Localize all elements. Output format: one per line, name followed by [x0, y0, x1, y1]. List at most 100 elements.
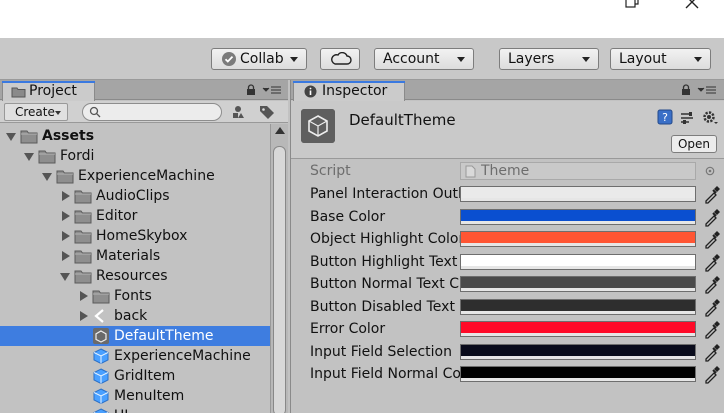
tree-item-label: back	[114, 308, 148, 324]
collapsed-arrow-icon[interactable]	[80, 291, 88, 301]
account-dropdown[interactable]: Account	[374, 48, 474, 70]
gear-icon[interactable]	[701, 109, 719, 127]
tree-item[interactable]: HomeSkybox	[0, 226, 270, 246]
checkmark-icon	[222, 52, 236, 66]
help-icon[interactable]: ?	[657, 109, 673, 125]
tree-item-label: MenuItem	[114, 388, 185, 404]
expanded-arrow-icon[interactable]	[24, 153, 34, 161]
expanded-arrow-icon[interactable]	[60, 273, 70, 281]
color-field[interactable]	[460, 231, 696, 247]
scrollbar-thumb[interactable]	[273, 146, 286, 413]
color-field[interactable]	[460, 366, 696, 382]
filter-by-label-icon[interactable]	[258, 104, 276, 120]
prefab-icon	[93, 348, 109, 364]
tree-item-label: GridItem	[114, 368, 176, 384]
tree-item-label: Materials	[96, 248, 161, 264]
collab-dropdown[interactable]: Collab	[211, 48, 307, 70]
eyedropper-icon[interactable]	[703, 364, 721, 384]
folder-icon	[74, 270, 92, 284]
tree-item[interactable]: UI	[0, 406, 270, 413]
color-field[interactable]	[460, 276, 696, 292]
tree-item[interactable]: MenuItem	[0, 386, 270, 406]
color-field[interactable]	[460, 186, 696, 202]
chevron-down-icon	[582, 57, 590, 62]
color-field[interactable]	[460, 298, 696, 315]
tree-item[interactable]: Assets	[0, 126, 270, 146]
color-property-row: Panel Interaction Outl	[291, 183, 724, 205]
tree-item[interactable]: GridItem	[0, 366, 270, 386]
eyedropper-icon[interactable]	[703, 207, 721, 227]
inspector-panel: Inspector DefaultTheme ? Open Script The…	[290, 80, 724, 413]
color-field[interactable]	[460, 321, 696, 337]
lock-icon[interactable]	[681, 84, 691, 96]
expanded-arrow-icon[interactable]	[42, 173, 52, 181]
color-field[interactable]	[460, 208, 696, 225]
tree-item[interactable]: back	[0, 306, 270, 326]
eyedropper-icon[interactable]	[703, 184, 721, 204]
collapsed-arrow-icon[interactable]	[80, 311, 88, 321]
tree-item[interactable]: ExperienceMachine	[0, 166, 270, 186]
tree-item[interactable]: Resources	[0, 266, 270, 286]
restore-window-icon[interactable]	[622, 0, 642, 12]
collab-label: Collab	[240, 51, 284, 67]
tree-item[interactable]: Fordi	[0, 146, 270, 166]
svg-text:?: ?	[662, 111, 668, 124]
eyedropper-icon[interactable]	[703, 342, 721, 362]
expanded-arrow-icon[interactable]	[6, 133, 16, 141]
alpha-bar	[461, 378, 695, 381]
collapsed-arrow-icon[interactable]	[62, 251, 70, 261]
create-dropdown[interactable]: Create	[4, 103, 68, 121]
project-tab-label: Project	[29, 83, 77, 99]
tree-item[interactable]: AudioClips	[0, 186, 270, 206]
object-picker-icon[interactable]	[705, 166, 715, 176]
cloud-icon	[331, 52, 352, 65]
tree-item[interactable]: Editor	[0, 206, 270, 226]
cloud-button[interactable]	[320, 48, 360, 70]
tab-inspector[interactable]: Inspector	[293, 81, 405, 101]
tree-item-label: ExperienceMachine	[114, 348, 251, 364]
eyedropper-icon[interactable]	[703, 252, 721, 272]
tree-item[interactable]: Materials	[0, 246, 270, 266]
tree-item[interactable]: ExperienceMachine	[0, 346, 270, 366]
script-file-icon	[465, 165, 476, 178]
property-label: Object Highlight Color	[310, 231, 460, 247]
layout-label: Layout	[619, 51, 667, 67]
inspector-tab-label: Inspector	[322, 83, 388, 99]
tab-project[interactable]: Project	[2, 81, 95, 101]
collapsed-arrow-icon[interactable]	[62, 231, 70, 241]
color-field[interactable]	[460, 343, 696, 360]
search-input[interactable]	[82, 103, 222, 121]
prefab-icon	[93, 408, 109, 413]
script-object-field[interactable]: Theme	[460, 162, 696, 180]
inspector-tab-strip: Inspector	[291, 80, 724, 101]
close-window-icon[interactable]	[682, 0, 702, 12]
property-label: Button Disabled Text	[310, 298, 455, 315]
scroll-up-icon[interactable]	[275, 127, 285, 134]
alpha-bar	[461, 243, 695, 246]
info-icon	[304, 85, 317, 98]
folder-icon	[74, 250, 92, 264]
eyedropper-icon[interactable]	[703, 319, 721, 339]
alpha-bar	[461, 355, 695, 359]
eyedropper-icon[interactable]	[703, 229, 721, 249]
layers-dropdown[interactable]: Layers	[499, 48, 599, 70]
preset-icon[interactable]	[679, 110, 695, 126]
folder-icon	[11, 87, 26, 98]
collapsed-arrow-icon[interactable]	[62, 211, 70, 221]
lock-icon[interactable]	[246, 84, 256, 96]
tree-item[interactable]: Fonts	[0, 286, 270, 306]
tree-item-label: ExperienceMachine	[78, 168, 215, 184]
scriptable-object-icon	[301, 109, 335, 143]
panel-menu-icon[interactable]	[697, 85, 717, 95]
panel-menu-icon[interactable]	[262, 85, 282, 95]
open-button[interactable]: Open	[671, 135, 717, 153]
filter-by-type-icon[interactable]	[230, 104, 250, 120]
project-scrollbar[interactable]	[270, 124, 288, 413]
eyedropper-icon[interactable]	[703, 274, 721, 294]
layout-dropdown[interactable]: Layout	[610, 48, 711, 70]
eyedropper-icon[interactable]	[703, 297, 721, 317]
collapsed-arrow-icon[interactable]	[62, 191, 70, 201]
chevron-down-icon	[55, 111, 61, 115]
color-field[interactable]	[460, 253, 696, 270]
tree-item[interactable]: DefaultTheme	[0, 326, 270, 346]
